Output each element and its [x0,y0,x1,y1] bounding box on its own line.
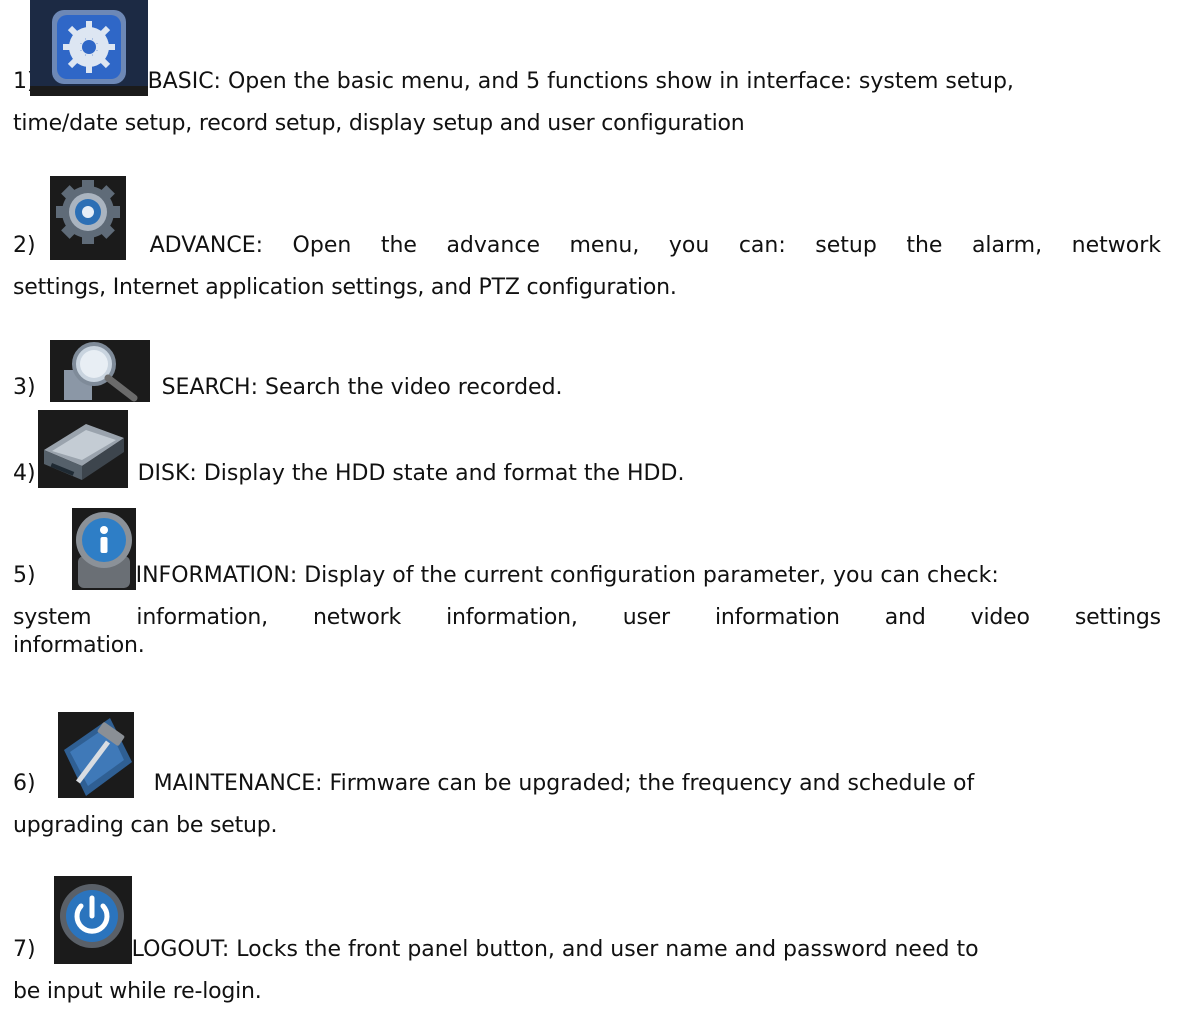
list-item-advance: 2) ADVANCE: Open the advance menu, you c… [13,176,1161,302]
basic-description: BASIC: Open the basic menu, and 5 functi… [147,69,1014,94]
gear-icon [49,176,126,260]
item-number: 2) [13,233,36,258]
list-item-maintenance: 6) MAINTENANCE: Firmware can be upgraded… [13,712,1161,840]
information-description-cont: system information, network information,… [13,605,1161,630]
power-icon [53,876,132,964]
basic-description-cont: time/date setup, record setup, display s… [13,111,745,136]
list-item-logout: 7) LOGOUT: Locks the front panel button,… [13,876,1161,1006]
search-description: SEARCH: Search the video recorded. [161,375,563,400]
logout-description-cont: be input while re-login. [13,979,262,1004]
list-item-search: 3) SEARCH: Search the video recorded. [13,340,1161,402]
information-description: INFORMATION: Display of the current conf… [135,563,999,588]
information-description-end: information. [13,633,145,658]
info-icon [71,508,136,590]
magnifier-icon [49,340,150,402]
item-number: 5) [13,563,36,588]
item-number: 7) [13,937,36,962]
list-item-basic: 1) BASIC: Open the basic menu, and 5 fun… [13,0,1161,138]
disk-description: DISK: Display the HDD state and format t… [137,461,685,486]
list-item-disk: 4) DISK: Display the HDD state and forma… [13,410,1161,488]
item-number: 4) [13,461,36,486]
hammer-icon [57,712,134,798]
logout-description: LOGOUT: Locks the front panel button, an… [131,937,979,962]
item-number: 3) [13,375,36,400]
advance-description: ADVANCE: Open the advance menu, you can:… [149,233,1161,258]
maintenance-description: MAINTENANCE: Firmware can be upgraded; t… [153,771,975,796]
hard-disk-icon [37,410,128,488]
gear-tools-icon [29,0,148,96]
maintenance-description-cont: upgrading can be setup. [13,813,278,838]
item-number: 6) [13,771,36,796]
list-item-information: 5) INFORMATION: Display of the current c… [13,508,1161,660]
advance-description-cont: settings, Internet application settings,… [13,275,677,300]
